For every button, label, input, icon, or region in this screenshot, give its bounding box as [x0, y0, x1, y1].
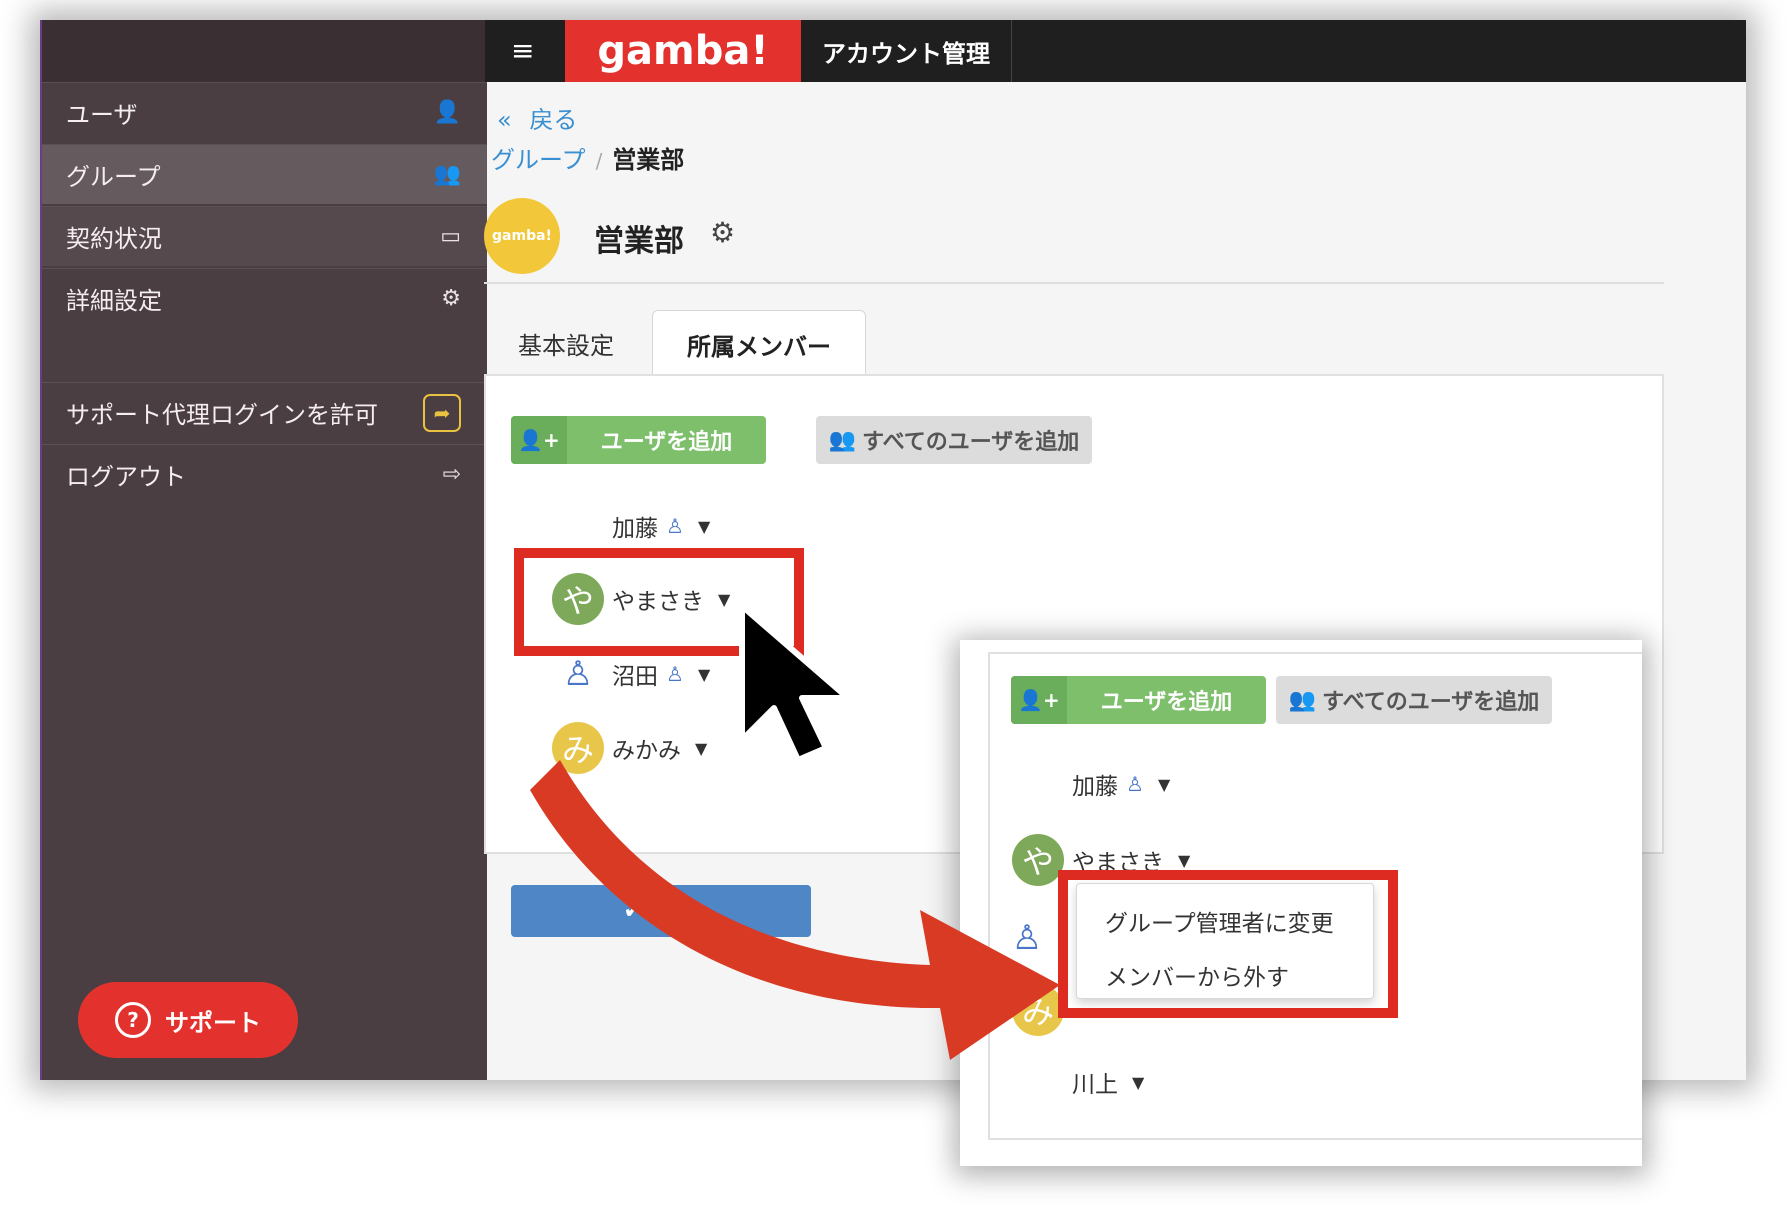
mouse-cursor-icon: [739, 603, 851, 763]
red-arrow-icon: [530, 760, 1060, 1060]
